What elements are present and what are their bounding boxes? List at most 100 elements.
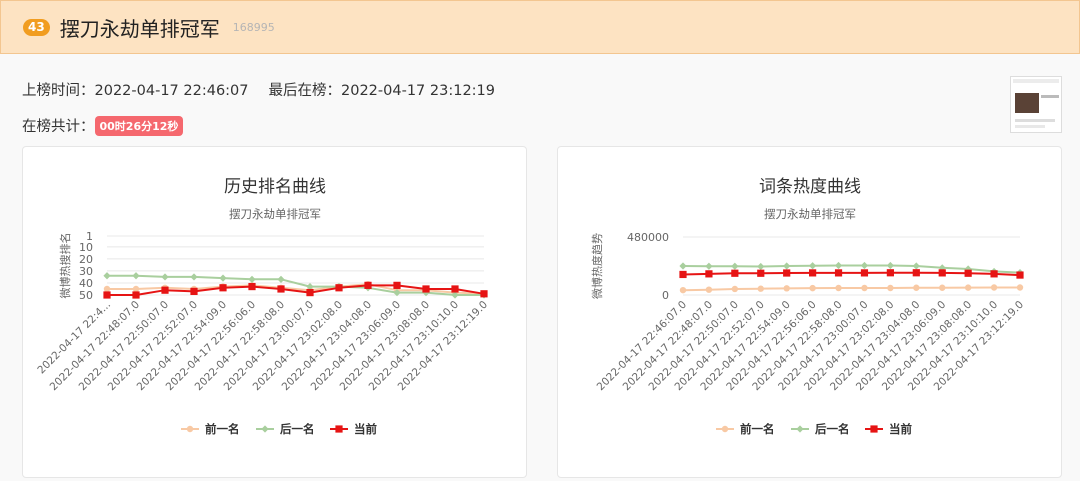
data-point: [860, 269, 869, 277]
rank-badge: 43: [23, 18, 50, 36]
data-point: [248, 282, 256, 291]
legend-label: 后一名: [815, 422, 850, 436]
rank-chart-card: 历史排名曲线 摆刀永劫单排冠军 1 10 20 30 40 50 微博热搜排名 2022-04-1…: [22, 146, 527, 478]
series-current: [679, 269, 1024, 279]
data-point: [103, 272, 111, 280]
data-point: [809, 262, 817, 270]
legend-marker: [261, 425, 269, 433]
y-tick-label: 40: [79, 277, 93, 290]
data-point: [161, 286, 169, 294]
data-point: [393, 281, 401, 289]
data-point: [364, 281, 372, 289]
legend-label: 当前: [889, 422, 912, 436]
data-point: [939, 284, 946, 291]
legend-item: 前一名: [716, 422, 775, 436]
legend-label: 当前: [354, 422, 377, 436]
chart-subtitle: 摆刀永劫单排冠军: [764, 207, 856, 221]
data-point: [190, 273, 198, 281]
data-point: [783, 269, 791, 277]
duration-row: 在榜共计： 00时26分12秒: [22, 115, 184, 136]
topic-header: 43 摆刀永劫单排冠军 168995: [0, 0, 1080, 54]
y-tick-label: 30: [79, 265, 93, 278]
legend-marker: [335, 425, 343, 433]
data-point: [964, 269, 972, 277]
data-point: [248, 275, 256, 283]
last-time: 2022-04-17 23:12:19: [341, 83, 495, 99]
data-point: [783, 285, 790, 292]
data-point: [219, 284, 227, 292]
onboard-time: 2022-04-17 22:46:07: [94, 83, 249, 99]
y-tick-label: 0: [662, 289, 669, 302]
data-point: [912, 269, 920, 277]
chart-subtitle: 摆刀永劫单排冠军: [229, 207, 321, 221]
data-point: [132, 272, 140, 280]
legend-marker: [186, 425, 194, 433]
data-point: [912, 262, 920, 270]
data-point: [103, 291, 111, 299]
data-point: [679, 270, 687, 279]
y-tick-label: 50: [79, 289, 93, 302]
data-point: [964, 284, 972, 291]
data-point: [480, 290, 488, 298]
data-point: [990, 270, 998, 278]
hot-value: 168995: [232, 20, 275, 34]
data-point: [705, 270, 713, 278]
data-point: [731, 285, 739, 293]
data-point: [219, 274, 227, 282]
data-point: [809, 284, 816, 292]
data-point: [887, 284, 894, 292]
data-point: [705, 262, 713, 270]
data-point: [757, 262, 765, 271]
chart-title: 历史排名曲线: [224, 177, 326, 197]
screenshot-thumbnail[interactable]: [1010, 76, 1062, 133]
data-point: [705, 286, 713, 293]
data-point: [886, 269, 894, 277]
data-point: [277, 285, 285, 293]
data-point: [1016, 271, 1024, 279]
data-point: [451, 285, 459, 293]
data-point: [757, 269, 765, 277]
chart-title: 词条热度曲线: [759, 177, 861, 197]
data-point: [277, 275, 285, 283]
last-label: 最后在榜：: [268, 83, 342, 99]
data-point: [731, 269, 739, 277]
data-point: [835, 284, 842, 292]
data-point: [161, 273, 169, 281]
legend-item: 当前: [330, 422, 377, 436]
data-point: [731, 262, 739, 270]
legend-label: 前一名: [205, 422, 240, 436]
series-prev: [679, 284, 1024, 294]
data-point: [809, 269, 817, 277]
data-point: [679, 262, 687, 270]
legend-marker: [870, 425, 878, 433]
legend-label: 后一名: [280, 422, 315, 436]
legend-item: 后一名: [256, 422, 315, 436]
heat-chart-card: 词条热度曲线 摆刀永劫单排冠军 480000 0 微博热度趋势 2022-04-17 22…: [557, 146, 1062, 478]
legend-item: 当前: [865, 422, 912, 436]
topic-title[interactable]: 摆刀永劫单排冠军: [60, 13, 220, 42]
data-point: [990, 284, 998, 291]
data-point: [103, 285, 111, 293]
data-point: [757, 285, 764, 292]
y-tick-label: 480000: [627, 231, 669, 244]
heat-chart: 词条热度曲线摆刀永劫单排冠军4800000微博热度趋势2022-04-17 22…: [590, 177, 1026, 436]
y-tick-label: 10: [79, 241, 93, 254]
data-point: [190, 287, 198, 295]
data-point: [834, 261, 843, 270]
y-axis-title: 微博热度趋势: [590, 233, 604, 299]
time-info-row: 上榜时间：2022-04-17 22:46:07 最后在榜：2022-04-17 …: [22, 79, 495, 100]
data-point: [783, 262, 791, 270]
duration-badge: 00时26分12秒: [94, 116, 184, 136]
data-point: [938, 269, 946, 277]
data-point: [861, 284, 868, 292]
data-point: [913, 284, 920, 291]
legend-marker: [796, 425, 804, 433]
data-point: [306, 288, 314, 297]
total-label: 在榜共计：: [22, 119, 95, 135]
legend-item: 前一名: [181, 422, 240, 436]
data-point: [335, 284, 343, 292]
data-point: [422, 285, 430, 293]
data-point: [132, 291, 140, 299]
data-point: [860, 261, 869, 270]
legend-label: 前一名: [740, 422, 775, 436]
